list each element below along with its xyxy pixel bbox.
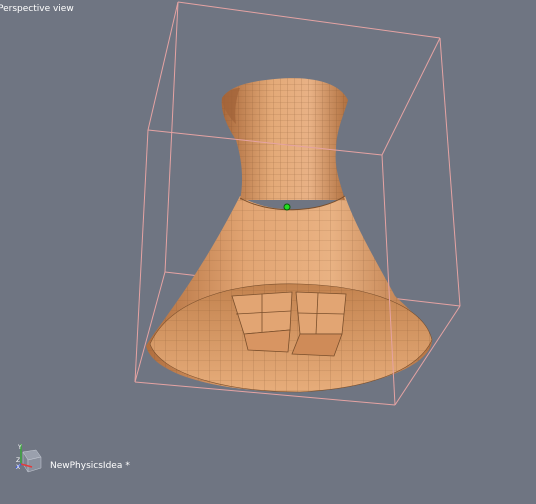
model-mesh[interactable] xyxy=(140,74,440,400)
viewport-label: Perspective view xyxy=(0,4,74,14)
axis-gizmo[interactable]: Y Z X xyxy=(12,440,46,474)
pivot-point[interactable] xyxy=(283,203,291,211)
scene-name: NewPhysicsIdea xyxy=(50,461,123,471)
scene-name-label: NewPhysicsIdea * xyxy=(50,461,130,471)
svg-text:Y: Y xyxy=(17,444,22,451)
scene-canvas[interactable] xyxy=(0,0,536,500)
svg-text:X: X xyxy=(16,464,20,471)
modified-marker: * xyxy=(125,461,130,471)
svg-text:Z: Z xyxy=(16,457,20,464)
3d-viewport[interactable]: Perspective view Y Z X NewPhysicsIdea * xyxy=(0,0,536,500)
